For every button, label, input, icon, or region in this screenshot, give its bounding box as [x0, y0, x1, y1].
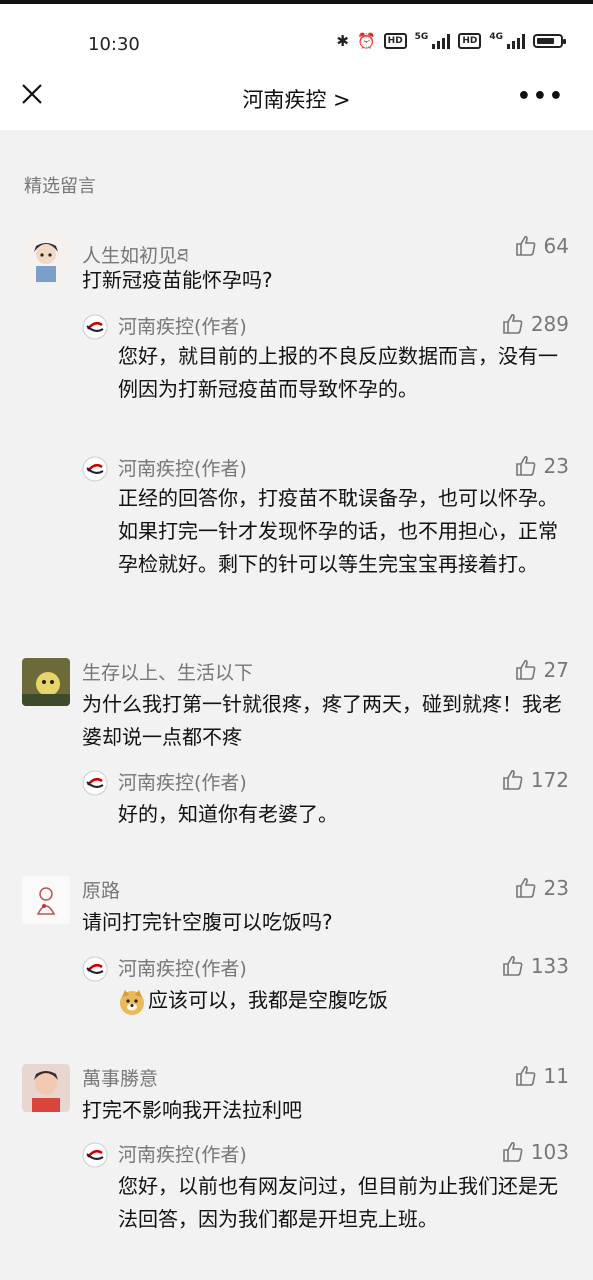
- thumbs-up-icon: [515, 1065, 535, 1086]
- reply-author[interactable]: 河南疾控(作者): [118, 768, 247, 795]
- alarm-icon: ⏰: [356, 32, 376, 50]
- reply-text: 应该可以，我都是空腹吃饭: [148, 988, 388, 1012]
- network-4g-label: 4G: [489, 32, 503, 42]
- comment-text: 为什么我打第一针就很疼，疼了两天，碰到就疼！我老婆却说一点都不疼: [82, 692, 562, 749]
- status-bar: 10:30 ✱ ⏰ HD 5G HD 4G: [0, 4, 593, 64]
- comment-text: 打新冠疫苗能怀孕吗?: [82, 268, 273, 292]
- reply-text: 您好，以前也有网友问过，但目前为止我们还是无法回答，因为我们都是开坦克上班。: [118, 1174, 558, 1231]
- thumbs-up-icon: [503, 769, 523, 790]
- comment-author[interactable]: 原路: [82, 876, 120, 903]
- reply-author[interactable]: 河南疾控(作者): [118, 454, 247, 481]
- like-button[interactable]: 23: [514, 454, 569, 478]
- user-avatar[interactable]: [22, 876, 70, 924]
- thumbs-up-icon: [503, 955, 523, 976]
- reply-author[interactable]: 河南疾控(作者): [118, 954, 247, 981]
- like-count: 172: [530, 768, 569, 792]
- reply-author[interactable]: 河南疾控(作者): [118, 1140, 247, 1167]
- thumbs-up-icon: [503, 1141, 523, 1162]
- reply-text: 正经的回答你，打疫苗不耽误备孕，也可以怀孕。如果打完一针才发现怀孕的话，也不用担…: [118, 486, 558, 576]
- reply-text-wrap: 应该可以，我都是空腹吃饭: [118, 984, 567, 1017]
- like-count: 289: [530, 312, 569, 336]
- like-button[interactable]: 27: [514, 658, 569, 682]
- like-count: 27: [543, 658, 569, 682]
- hd-icon: HD: [383, 33, 407, 49]
- reply-author[interactable]: 河南疾控(作者): [118, 312, 247, 339]
- comment-author[interactable]: 生存以上、生活以下: [82, 658, 253, 685]
- thumbs-up-icon: [515, 455, 535, 476]
- network-5g-label: 5G: [414, 32, 429, 42]
- author-logo-icon: [82, 956, 108, 982]
- author-logo-icon: [82, 314, 108, 340]
- author-logo-icon: [82, 456, 108, 482]
- like-count: 103: [530, 1140, 569, 1164]
- like-count: 11: [543, 1064, 569, 1088]
- thumbs-up-icon: [503, 313, 523, 334]
- signal-icon-2: [507, 33, 525, 49]
- user-avatar[interactable]: [22, 1064, 70, 1112]
- thumbs-up-icon: [515, 235, 535, 256]
- like-button[interactable]: 289: [501, 312, 569, 336]
- like-button[interactable]: 103: [501, 1140, 569, 1164]
- reply-text: 好的，知道你有老婆了。: [118, 802, 338, 826]
- like-count: 133: [530, 954, 569, 978]
- status-time: 10:30: [88, 34, 140, 55]
- doge-emoji-icon: [120, 989, 144, 1015]
- author-logo-icon: [82, 1142, 108, 1168]
- thumbs-up-icon: [515, 659, 535, 680]
- battery-icon: [533, 34, 566, 48]
- user-avatar[interactable]: [22, 658, 70, 706]
- comment-text: 请问打完针空腹可以吃饭吗?: [82, 910, 333, 934]
- status-icons: ✱ ⏰ HD 5G HD 4G: [336, 32, 566, 50]
- comment-text: 打完不影响我开法拉利吧: [82, 1098, 302, 1122]
- page-title[interactable]: 河南疾控 >: [0, 84, 593, 114]
- like-button[interactable]: 133: [501, 954, 569, 978]
- like-count: 23: [543, 876, 569, 900]
- bluetooth-icon: ✱: [336, 32, 349, 50]
- user-avatar[interactable]: [22, 234, 70, 282]
- nav-bar: 河南疾控 > •••: [0, 64, 593, 130]
- battery-fill: [537, 38, 554, 44]
- signal-icon: [432, 33, 451, 49]
- like-count: 64: [543, 234, 569, 258]
- hd-icon-2: HD: [458, 33, 482, 49]
- comment-author[interactable]: 萬事勝意: [82, 1064, 158, 1091]
- section-title: 精选留言: [24, 176, 96, 197]
- like-button[interactable]: 64: [514, 234, 569, 258]
- like-button[interactable]: 23: [514, 876, 569, 900]
- more-menu-button[interactable]: •••: [517, 84, 565, 109]
- thumbs-up-icon: [515, 877, 535, 898]
- like-count: 23: [543, 454, 569, 478]
- reply-text: 您好，就目前的上报的不良反应数据而言，没有一例因为打新冠疫苗而导致怀孕的。: [118, 344, 558, 401]
- like-button[interactable]: 11: [514, 1064, 569, 1088]
- author-logo-icon: [82, 770, 108, 796]
- like-button[interactable]: 172: [501, 768, 569, 792]
